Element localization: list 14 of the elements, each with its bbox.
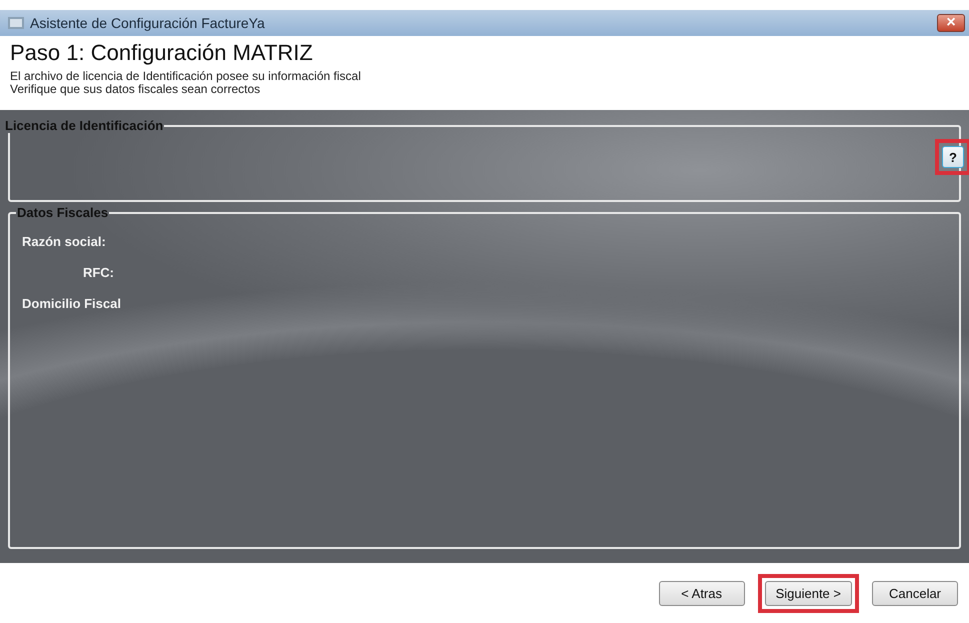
description-text: Verifique que sus datos fiscales sean correctos [10, 83, 262, 96]
field-label: RFC: [82, 265, 114, 280]
group-title: Datos Fiscales [16, 205, 110, 220]
step-title: Paso 1: Configuración MATRIZ [10, 40, 314, 66]
field-label: Domicilio Fiscal [22, 296, 121, 311]
app-icon [8, 16, 24, 30]
help-button[interactable]: ? [942, 146, 964, 168]
window-title: Asistente de Configuración FactureYa [30, 15, 266, 31]
group-title: Licencia de Identificación [4, 118, 164, 133]
description-text: El archivo de licencia de Identificación posee su información fiscal [10, 70, 362, 83]
field-label: Razón social: [22, 234, 106, 249]
back-button[interactable]: < Atras [658, 580, 745, 606]
cancel-button[interactable]: Cancelar [872, 580, 958, 606]
next-button[interactable]: Siguiente > [764, 580, 852, 606]
